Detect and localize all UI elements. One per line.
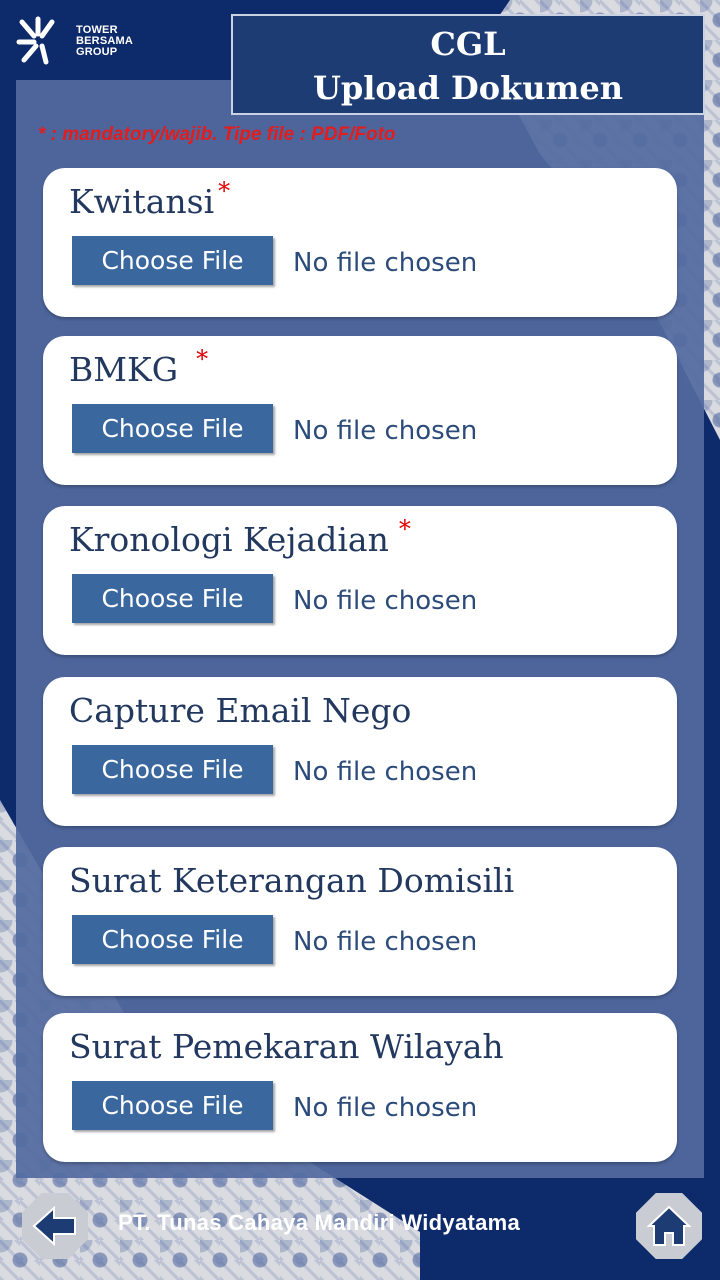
back-button[interactable] [22, 1193, 88, 1259]
file-status: No file chosen [293, 416, 478, 446]
field-label-text: Surat Keterangan Domisili [69, 861, 515, 900]
logo-line-2: BERSAMA [76, 34, 134, 47]
upload-card-surat-pemekaran-wilayah: Surat Pemekaran Wilayah Choose File No f… [43, 1013, 677, 1162]
field-label: Surat Keterangan Domisili [69, 861, 514, 900]
page-title-line-2: Upload Dokumen [312, 69, 624, 107]
field-label-text: BMKG [69, 350, 179, 389]
logo-text: TOWER BERSAMA GROUP [76, 23, 134, 58]
logo-line-3: GROUP [76, 45, 118, 58]
field-label-text: Kronologi Kejadian [69, 520, 389, 559]
choose-file-button-bmkg[interactable]: Choose File [72, 404, 273, 453]
upload-card-kronologi-kejadian: Kronologi Kejadian * Choose File No file … [43, 506, 677, 655]
choose-file-button-kronologi-kejadian[interactable]: Choose File [72, 574, 273, 623]
choose-file-button-capture-email-nego[interactable]: Choose File [72, 745, 273, 794]
logo-line-1: TOWER [76, 23, 118, 36]
upload-card-kwitansi: Kwitansi * Choose File No file chosen [43, 168, 677, 317]
home-icon [646, 1205, 692, 1246]
file-status: No file chosen [293, 927, 478, 957]
file-status: No file chosen [293, 1093, 478, 1123]
choose-file-button-surat-keterangan-domisili[interactable]: Choose File [72, 915, 273, 964]
field-label-text: Capture Email Nego [69, 691, 412, 730]
page-title-line-1: CGL [430, 25, 506, 63]
field-label: Capture Email Nego [69, 691, 411, 730]
logo-burst-icon [16, 16, 55, 65]
required-asterisk: * [196, 345, 209, 373]
field-label-text: Kwitansi [69, 182, 215, 221]
upload-card-surat-keterangan-domisili: Surat Keterangan Domisili Choose File No… [43, 847, 677, 996]
upload-card-bmkg: BMKG * Choose File No file chosen [43, 336, 677, 485]
company-logo: TOWER BERSAMA GROUP [16, 16, 146, 66]
required-asterisk: * [218, 177, 231, 205]
field-label: Kwitansi * [69, 177, 230, 221]
upload-card-capture-email-nego: Capture Email Nego Choose File No file c… [43, 677, 677, 826]
file-status: No file chosen [293, 248, 478, 278]
file-status: No file chosen [293, 757, 478, 787]
field-label-text: Surat Pemekaran Wilayah [69, 1027, 504, 1066]
mandatory-note: * : mandatory/wajib. Tipe file : PDF/Fot… [38, 124, 396, 145]
field-label: Surat Pemekaran Wilayah [69, 1027, 504, 1066]
file-status: No file chosen [293, 586, 478, 616]
back-arrow-icon [32, 1206, 76, 1246]
choose-file-button-surat-pemekaran-wilayah[interactable]: Choose File [72, 1081, 273, 1130]
choose-file-button-kwitansi[interactable]: Choose File [72, 236, 273, 285]
required-asterisk: * [398, 515, 411, 543]
field-label: BMKG * [69, 345, 208, 389]
page-title: CGL Upload Dokumen [231, 14, 705, 115]
home-button[interactable] [636, 1193, 702, 1259]
field-label: Kronologi Kejadian * [69, 515, 411, 559]
footer-company-name: PT. Tunas Cahaya Mandiri Widyatama [118, 1210, 521, 1235]
